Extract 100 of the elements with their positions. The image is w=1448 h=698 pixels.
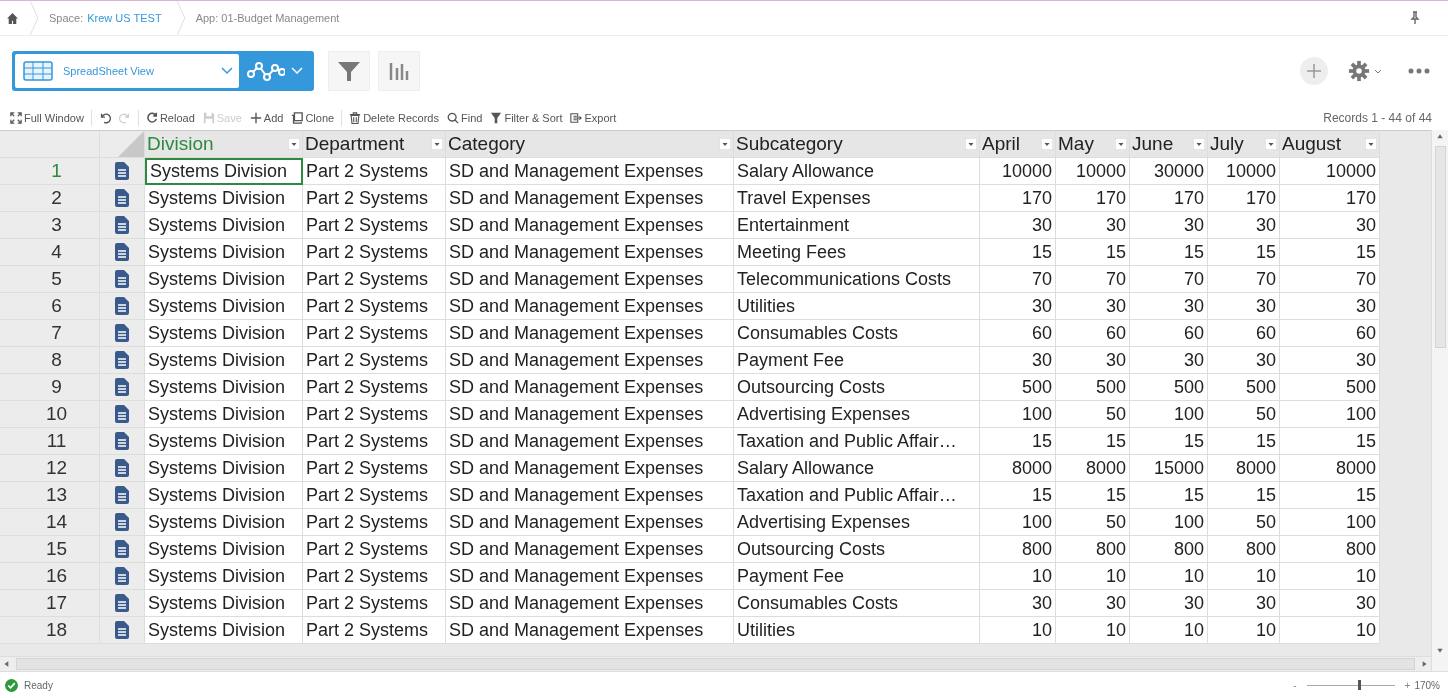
slider-thumb[interactable]	[1358, 679, 1362, 690]
row-number[interactable]: 17	[0, 590, 100, 617]
column-header[interactable]: April	[980, 131, 1056, 158]
table-cell: Consumables Costs	[734, 320, 980, 347]
document-icon[interactable]	[115, 351, 129, 369]
table-cell: 500	[980, 374, 1056, 401]
column-header[interactable]: May	[1056, 131, 1130, 158]
home-icon[interactable]	[6, 11, 19, 25]
row-number[interactable]: 15	[0, 536, 100, 563]
table-cell: Part 2 Systems	[303, 212, 446, 239]
column-header[interactable]: Category	[446, 131, 734, 158]
row-number[interactable]: 1	[0, 158, 100, 185]
document-icon[interactable]	[115, 432, 129, 450]
filter-button[interactable]	[328, 51, 370, 91]
scroll-up-icon[interactable]	[1436, 133, 1444, 141]
document-icon[interactable]	[115, 405, 129, 423]
document-icon[interactable]	[115, 378, 129, 396]
document-icon[interactable]	[115, 621, 129, 639]
table-cell: 60	[1056, 320, 1130, 347]
table-cell: Part 2 Systems	[303, 509, 446, 536]
filter-dropdown-icon[interactable]	[719, 138, 731, 150]
export-button[interactable]: Export	[566, 108, 621, 128]
table-cell: 100	[1130, 401, 1208, 428]
table-cell: 15	[1130, 239, 1208, 266]
table-cell: 30	[1280, 590, 1380, 617]
filter-button[interactable]: Filter & Sort	[486, 108, 567, 128]
row-number[interactable]: 13	[0, 482, 100, 509]
column-header[interactable]: June	[1130, 131, 1208, 158]
row-number[interactable]: 14	[0, 509, 100, 536]
line-graph-icon	[247, 60, 285, 82]
filter-dropdown-icon[interactable]	[1265, 138, 1277, 150]
document-icon[interactable]	[115, 486, 129, 504]
vertical-scrollbar[interactable]	[1431, 130, 1448, 671]
row-number[interactable]: 12	[0, 455, 100, 482]
horizontal-scrollbar[interactable]	[0, 656, 1431, 671]
document-icon[interactable]	[115, 297, 129, 315]
table-cell: 30	[1056, 293, 1130, 320]
document-icon[interactable]	[115, 594, 129, 612]
row-number[interactable]: 9	[0, 374, 100, 401]
filter-dropdown-icon[interactable]	[1115, 138, 1127, 150]
table-cell: Advertising Expenses	[734, 509, 980, 536]
table-cell: Payment Fee	[734, 347, 980, 374]
table-cell: Consumables Costs	[734, 590, 980, 617]
document-icon[interactable]	[115, 459, 129, 477]
row-number[interactable]: 5	[0, 266, 100, 293]
document-icon[interactable]	[115, 567, 129, 585]
document-icon[interactable]	[115, 216, 129, 234]
document-icon[interactable]	[115, 243, 129, 261]
row-number[interactable]: 6	[0, 293, 100, 320]
table-cell: SD and Management Expenses	[446, 293, 734, 320]
column-header[interactable]: July	[1208, 131, 1280, 158]
settings-button[interactable]	[1348, 60, 1382, 82]
table-cell: Part 2 Systems	[303, 401, 446, 428]
table-cell: Systems Division	[145, 212, 303, 239]
row-number[interactable]: 11	[0, 428, 100, 455]
filter-dropdown-icon[interactable]	[1365, 138, 1377, 150]
row-number[interactable]: 8	[0, 347, 100, 374]
row-number[interactable]: 7	[0, 320, 100, 347]
document-icon[interactable]	[115, 162, 129, 180]
filter-dropdown-icon[interactable]	[1193, 138, 1205, 150]
column-header[interactable]: Subcategory	[734, 131, 980, 158]
document-icon[interactable]	[115, 540, 129, 558]
document-icon[interactable]	[115, 324, 129, 342]
zoom-in-button[interactable]: +	[1400, 679, 1415, 691]
table-cell: 10	[1208, 563, 1280, 590]
more-icon[interactable]	[1408, 68, 1430, 74]
row-number[interactable]: 10	[0, 401, 100, 428]
full-window-button[interactable]: Full Window	[6, 108, 88, 128]
filter-dropdown-icon[interactable]	[288, 138, 300, 150]
table-cell: 500	[1130, 374, 1208, 401]
add-button[interactable]: Add	[245, 108, 288, 128]
filter-dropdown-icon[interactable]	[965, 138, 977, 150]
column-header[interactable]: August	[1280, 131, 1380, 158]
table-cell: 70	[980, 266, 1056, 293]
find-button[interactable]: Find	[443, 108, 487, 128]
column-header[interactable]: Department	[303, 131, 446, 158]
scroll-down-icon[interactable]	[1436, 646, 1444, 654]
row-number[interactable]: 18	[0, 617, 100, 644]
clone-button[interactable]: Clone	[287, 108, 339, 128]
table-cell: 500	[1208, 374, 1280, 401]
filter-dropdown-icon[interactable]	[431, 138, 443, 150]
document-icon[interactable]	[115, 513, 129, 531]
row-number[interactable]: 16	[0, 563, 100, 590]
row-number[interactable]: 2	[0, 185, 100, 212]
row-number[interactable]: 4	[0, 239, 100, 266]
reload-button[interactable]: Reload	[141, 108, 199, 128]
pin-icon[interactable]	[1410, 11, 1420, 25]
delete-button[interactable]: Delete Records	[345, 108, 443, 128]
document-icon[interactable]	[115, 189, 129, 207]
scroll-left-icon[interactable]	[3, 660, 11, 668]
zoom-out-button[interactable]: -	[1289, 679, 1301, 691]
chart-button[interactable]	[378, 51, 420, 91]
table-cell: Systems Division	[145, 509, 303, 536]
scrollbar-thumb[interactable]	[16, 658, 1415, 670]
scroll-right-icon[interactable]	[1420, 660, 1428, 668]
table-cell: 30000	[1130, 158, 1208, 185]
document-icon[interactable]	[115, 270, 129, 288]
row-number[interactable]: 3	[0, 212, 100, 239]
scrollbar-thumb[interactable]	[1434, 146, 1446, 348]
filter-dropdown-icon[interactable]	[1041, 138, 1053, 150]
